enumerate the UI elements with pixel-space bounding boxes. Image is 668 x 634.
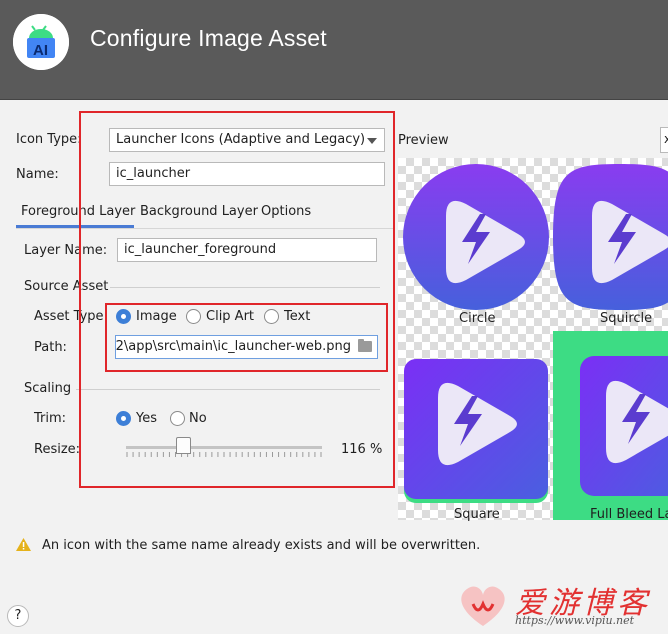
trim-yes-label: Yes — [136, 411, 157, 426]
preview-area — [398, 158, 668, 520]
resize-value: 116 % — [341, 442, 383, 457]
tab-options[interactable]: Options — [261, 202, 311, 228]
asset-type-text-radio[interactable] — [264, 309, 279, 324]
asset-type-clip-art-label: Clip Art — [206, 309, 255, 324]
folder-icon[interactable] — [358, 339, 372, 352]
asset-type-label: Asset Type: — [34, 309, 108, 324]
preview-dropdown-text: x — [664, 132, 668, 146]
resize-slider-track[interactable] — [126, 446, 322, 449]
preview-caption-square: Square — [454, 507, 500, 522]
source-asset-title: Source Asset — [24, 279, 109, 294]
trim-no-label: No — [189, 411, 207, 426]
icon-type-value: Launcher Icons (Adaptive and Legacy) — [116, 132, 366, 147]
layer-name-input[interactable]: ic_launcher_foreground — [117, 238, 377, 262]
trim-no-radio[interactable] — [170, 411, 185, 426]
path-input[interactable]: 2\app\src\main\ic_launcher-web.png — [115, 335, 378, 359]
path-label: Path: — [34, 340, 67, 355]
scaling-divider — [76, 389, 380, 390]
icon-type-label: Icon Type: — [16, 132, 82, 147]
preview-square-icon — [404, 359, 548, 503]
warning-text: An icon with the same name already exist… — [42, 538, 481, 553]
asset-type-text-label: Text — [284, 309, 311, 324]
preview-caption-circle: Circle — [459, 311, 496, 326]
scaling-title: Scaling — [24, 381, 72, 396]
icon-type-combobox[interactable]: Launcher Icons (Adaptive and Legacy) — [109, 128, 385, 152]
dialog-title: Configure Image Asset — [90, 25, 327, 51]
tab-foreground-layer[interactable]: Foreground Layer — [16, 202, 135, 228]
asset-type-image-label: Image — [136, 309, 177, 324]
android-studio-logo-icon: AI — [13, 14, 69, 70]
watermark-logo-icon — [461, 586, 505, 626]
preview-squircle-icon — [553, 164, 668, 310]
resize-slider-ticks — [126, 452, 322, 457]
help-button[interactable]: ? — [7, 605, 29, 627]
resize-label: Resize: — [34, 442, 81, 457]
preview-circle-icon — [403, 164, 549, 310]
watermark-url: https://www.vipiu.net — [515, 614, 635, 627]
layer-name-label: Layer Name: — [24, 243, 108, 258]
tab-background-layer[interactable]: Background Layer — [140, 202, 258, 228]
trim-yes-radio[interactable] — [116, 411, 131, 426]
name-input[interactable]: ic_launcher — [109, 162, 385, 186]
name-label: Name: — [16, 167, 59, 182]
resize-slider-thumb[interactable] — [175, 437, 191, 454]
preview-density-dropdown[interactable]: x — [660, 127, 668, 153]
trim-label: Trim: — [34, 411, 67, 426]
asset-type-image-radio[interactable] — [116, 309, 131, 324]
asset-type-clip-art-radio[interactable] — [186, 309, 201, 324]
preview-label: Preview — [398, 133, 449, 148]
path-value: 2\app\src\main\ic_launcher-web.png — [115, 339, 351, 354]
preview-full-bleed-icon — [553, 331, 668, 520]
chevron-down-icon — [367, 138, 377, 144]
svg-text:AI: AI — [33, 42, 48, 59]
dialog-header: AI Configure Image Asset — [0, 0, 668, 100]
preview-icons — [403, 164, 668, 520]
preview-caption-full-bleed: Full Bleed Lay — [590, 507, 668, 522]
preview-caption-squircle: Squircle — [600, 311, 653, 326]
watermark: 爱游博客 https://www.vipiu.net — [455, 576, 667, 632]
tab-divider — [16, 228, 393, 229]
source-asset-divider — [110, 287, 380, 288]
warning-icon — [16, 538, 31, 551]
